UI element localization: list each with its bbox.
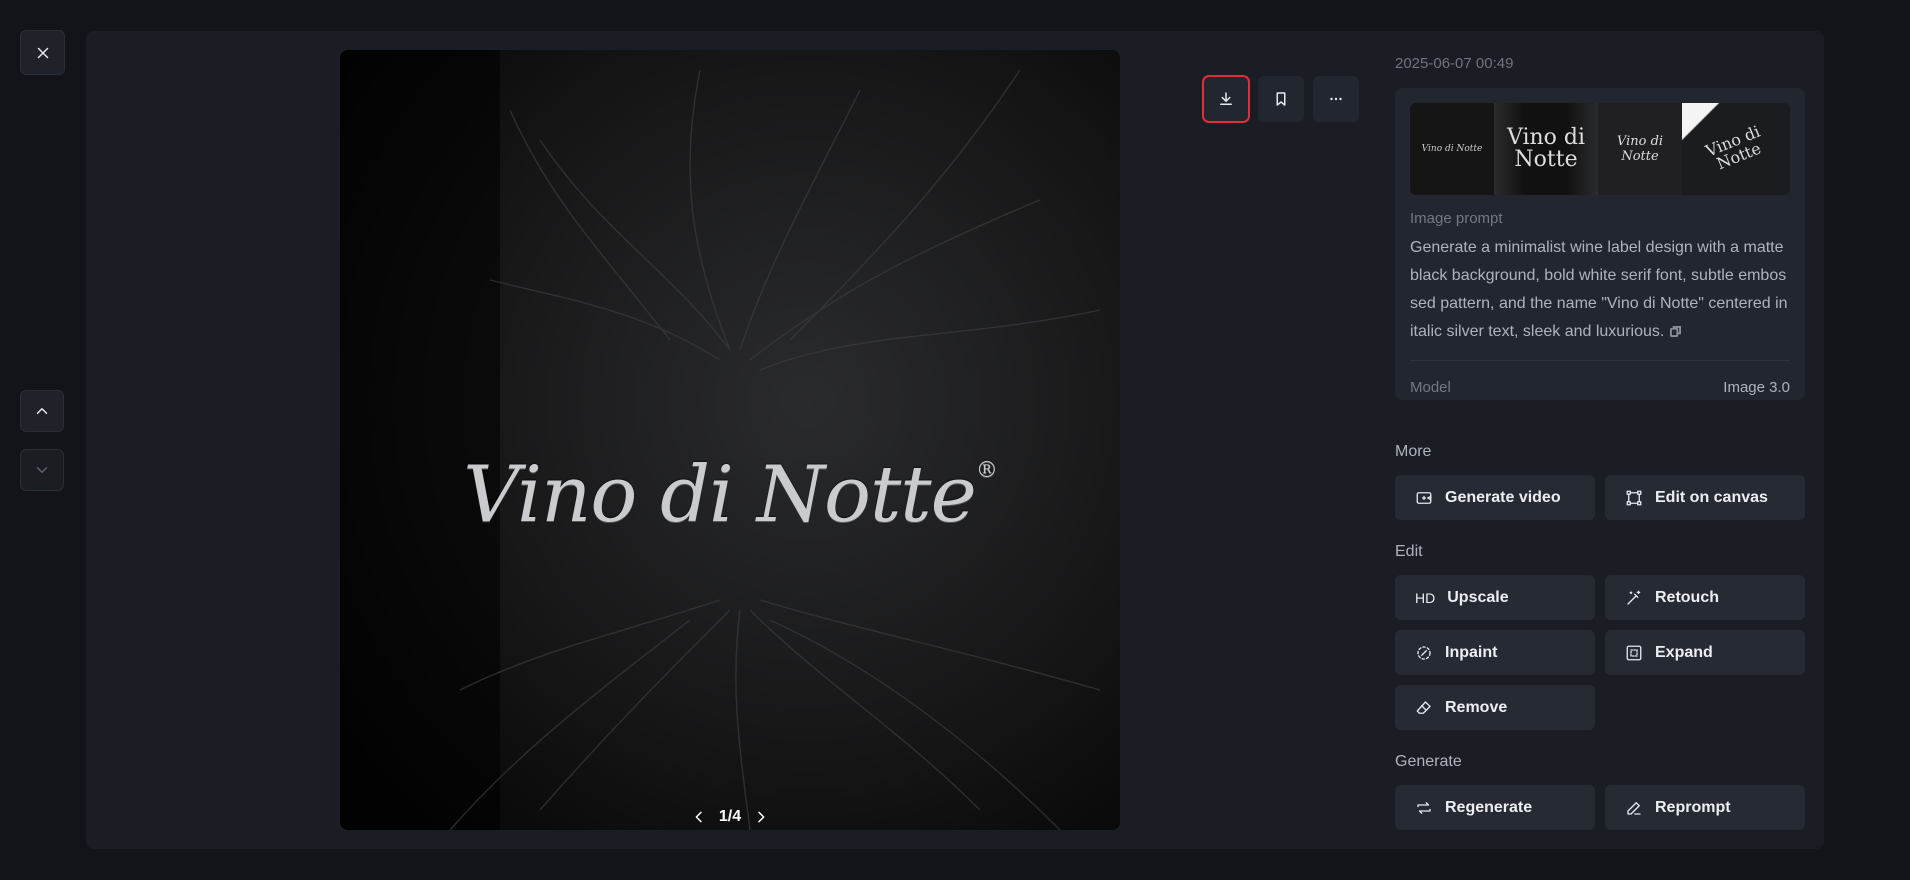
- inpaint-button[interactable]: Inpaint: [1395, 630, 1595, 675]
- inpaint-brush-icon: [1415, 644, 1433, 662]
- more-section-title: More: [1395, 443, 1432, 460]
- more-options-button[interactable]: [1313, 76, 1359, 122]
- magic-wand-icon: [1625, 589, 1643, 607]
- retouch-button[interactable]: Retouch: [1605, 575, 1805, 620]
- upscale-button[interactable]: HD Upscale: [1395, 575, 1595, 620]
- download-icon: [1220, 92, 1232, 105]
- divider: [1410, 360, 1790, 361]
- info-card: Vino di Notte Vino di Notte Vino di Nott…: [1395, 88, 1805, 400]
- copy-icon[interactable]: [1670, 319, 1682, 337]
- regenerate-button[interactable]: Regenerate: [1395, 785, 1595, 830]
- pencil-icon: [1625, 799, 1643, 817]
- detail-panel: Vino di Notte® 1/4 2025-06-07 00:49 Vino…: [86, 31, 1824, 849]
- remove-button[interactable]: Remove: [1395, 685, 1595, 730]
- model-value: Image 3.0: [1723, 379, 1790, 396]
- prompt-label: Image prompt: [1410, 210, 1503, 227]
- generate-section-title: Generate: [1395, 753, 1462, 770]
- chevron-right-icon[interactable]: [753, 809, 769, 825]
- embossed-pattern: [340, 50, 1120, 830]
- main-image: Vino di Notte® 1/4: [340, 50, 1120, 830]
- canvas-icon: [1625, 489, 1643, 507]
- download-button[interactable]: [1202, 75, 1250, 123]
- image-pager: 1/4: [340, 808, 1120, 826]
- image-label-text: Vino di Notte®: [463, 450, 998, 540]
- reprompt-button[interactable]: Reprompt: [1605, 785, 1805, 830]
- edit-on-canvas-button[interactable]: Edit on canvas: [1605, 475, 1805, 520]
- bookmark-button[interactable]: [1258, 76, 1304, 122]
- thumbnail-1[interactable]: Vino di Notte: [1410, 103, 1494, 195]
- more-horizontal-icon: [1330, 97, 1342, 101]
- bookmark-icon: [1276, 92, 1286, 106]
- expand-icon: [1625, 644, 1643, 662]
- eraser-icon: [1415, 699, 1433, 717]
- repeat-icon: [1415, 799, 1433, 817]
- model-label: Model: [1410, 379, 1451, 396]
- thumbnail-strip: Vino di Notte Vino di Notte Vino di Nott…: [1410, 103, 1790, 195]
- close-button[interactable]: [20, 30, 65, 75]
- close-icon: [37, 47, 48, 58]
- next-item-button[interactable]: [20, 449, 64, 491]
- chevron-left-icon[interactable]: [691, 809, 707, 825]
- page-counter: 1/4: [718, 808, 742, 825]
- hd-icon: HD: [1415, 589, 1436, 606]
- chevron-down-icon: [36, 467, 48, 473]
- thumbnail-2[interactable]: Vino di Notte: [1494, 103, 1598, 195]
- thumbnail-3[interactable]: Vino di Notte: [1598, 103, 1682, 195]
- video-plus-icon: [1415, 489, 1433, 507]
- generate-video-button[interactable]: Generate video: [1395, 475, 1595, 520]
- prompt-text: Generate a minimalist wine label design …: [1410, 239, 1788, 340]
- edit-section-title: Edit: [1395, 543, 1423, 560]
- previous-item-button[interactable]: [20, 390, 64, 432]
- chevron-up-icon: [36, 408, 48, 414]
- timestamp: 2025-06-07 00:49: [1395, 55, 1514, 72]
- expand-button[interactable]: Expand: [1605, 630, 1805, 675]
- thumbnail-4[interactable]: Vino di Notte: [1682, 103, 1790, 195]
